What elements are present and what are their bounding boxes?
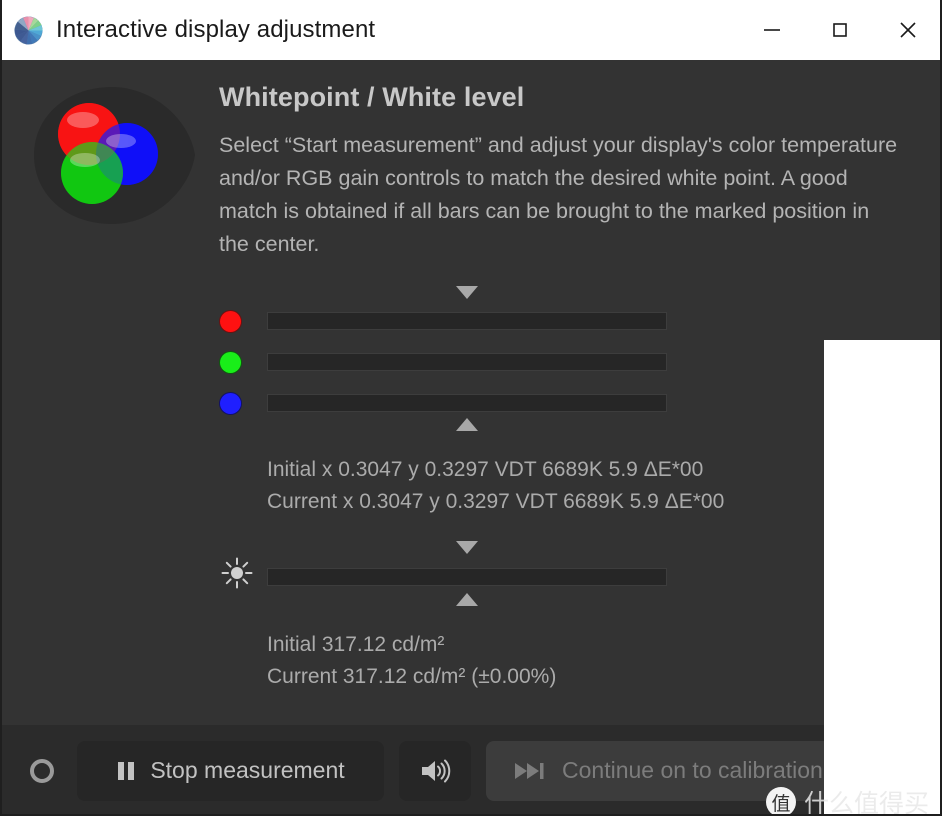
minimize-icon	[761, 19, 783, 41]
speaker-icon	[419, 757, 451, 785]
sun-icon	[220, 556, 254, 590]
green-slider-track[interactable]	[267, 353, 667, 371]
window-controls	[738, 0, 942, 60]
luminance-current-readout: Current 317.12 cd/m² (±0.00%)	[267, 665, 557, 688]
close-icon	[897, 19, 919, 41]
ring-icon	[30, 758, 54, 783]
rgb-target-marker-bottom	[456, 418, 478, 431]
skip-forward-icon	[514, 760, 548, 782]
whitepoint-initial-readout: Initial x 0.3047 y 0.3297 VDT 6689K 5.9 …	[267, 458, 704, 481]
continue-to-calibration-label: Continue on to calibration	[562, 757, 823, 783]
main-content: Whitepoint / White level Select “Start m…	[0, 60, 942, 816]
whitepoint-current-readout: Current x 0.3047 y 0.3297 VDT 6689K 5.9 …	[267, 490, 725, 513]
interactive-display-adjustment-window: Interactive display adjustment Whitepoin…	[0, 0, 942, 816]
rgb-target-marker-top	[456, 286, 478, 299]
section-header: Whitepoint / White level Select “Start m…	[219, 82, 909, 261]
minimize-button[interactable]	[738, 0, 806, 60]
screen-occlusion-overlay	[824, 340, 942, 816]
sound-button[interactable]	[399, 740, 471, 801]
brightness-slider-track[interactable]	[267, 568, 667, 586]
titlebar-left: Interactive display adjustment	[0, 15, 738, 45]
stop-measurement-label: Stop measurement	[150, 757, 345, 783]
maximize-button[interactable]	[806, 0, 874, 60]
close-button[interactable]	[874, 0, 942, 60]
brightness-target-marker-bottom	[456, 593, 478, 606]
rgb-venn-icon	[26, 84, 198, 227]
window-titlebar: Interactive display adjustment	[0, 0, 942, 60]
luminance-initial-readout: Initial 317.12 cd/m²	[267, 633, 445, 656]
footer-toolbar: Stop measurement Continue on to calibrat…	[0, 725, 942, 816]
color-wheel-icon	[14, 15, 43, 45]
slider-row-green	[220, 347, 680, 377]
window-title: Interactive display adjustment	[56, 16, 376, 43]
green-channel-dot	[220, 351, 241, 373]
slider-row-brightness	[220, 557, 680, 592]
slider-row-blue	[220, 388, 680, 418]
red-channel-dot	[220, 310, 241, 332]
red-slider-track[interactable]	[267, 312, 667, 330]
slider-row-red	[220, 306, 680, 336]
blue-slider-track[interactable]	[267, 394, 667, 412]
stop-measurement-button[interactable]: Stop measurement	[77, 740, 384, 801]
maximize-icon	[829, 19, 851, 41]
page-title: Whitepoint / White level	[219, 82, 525, 112]
instructions-text: Select “Start measurement” and adjust yo…	[219, 133, 898, 256]
pause-icon	[116, 760, 136, 782]
blue-channel-dot	[220, 392, 241, 414]
brightness-target-marker-top	[456, 541, 478, 554]
